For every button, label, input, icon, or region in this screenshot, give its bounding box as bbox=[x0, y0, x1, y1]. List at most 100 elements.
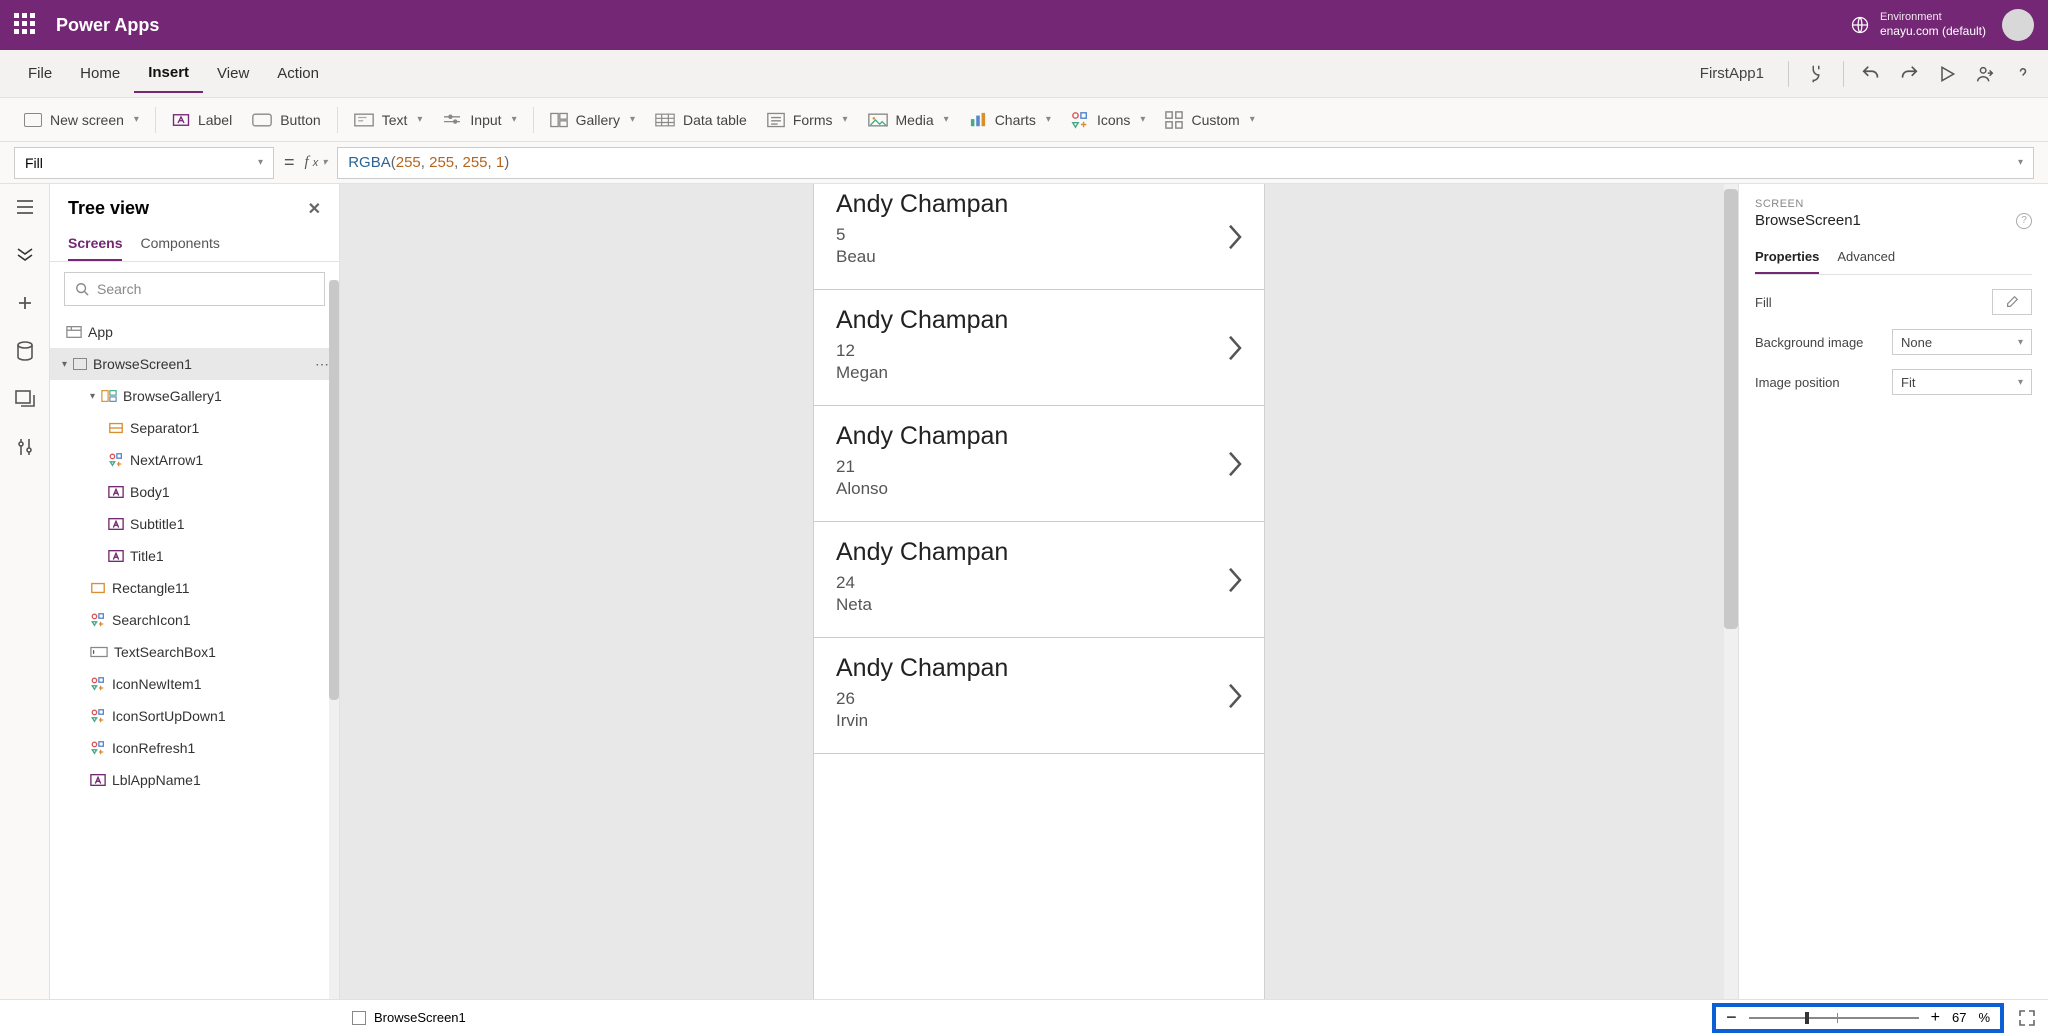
properties-tab[interactable]: Properties bbox=[1755, 241, 1819, 274]
gallery-card[interactable]: Andy Champan5Beau bbox=[814, 184, 1264, 290]
tree-tab-components[interactable]: Components bbox=[140, 227, 219, 261]
tree-item-browsescreen1[interactable]: ▾ BrowseScreen1 ⋯ bbox=[50, 348, 339, 380]
tree-tab-screens[interactable]: Screens bbox=[68, 227, 122, 261]
tree-item[interactable]: Separator1 bbox=[50, 412, 339, 444]
property-selector[interactable]: Fill ▾ bbox=[14, 147, 274, 179]
custom-dropdown[interactable]: Custom▾ bbox=[1155, 105, 1264, 135]
menu-file[interactable]: File bbox=[14, 55, 66, 92]
menu-action[interactable]: Action bbox=[263, 55, 333, 92]
tree-item[interactable]: Title1 bbox=[50, 540, 339, 572]
gallery-card[interactable]: Andy Champan24Neta bbox=[814, 522, 1264, 638]
left-rail bbox=[0, 184, 50, 999]
canvas-area[interactable]: Andy Champan5BeauAndy Champan12MeganAndy… bbox=[340, 184, 1738, 999]
app-launcher-icon[interactable] bbox=[14, 13, 38, 37]
equals-sign: = bbox=[284, 152, 295, 173]
button-icon bbox=[252, 113, 272, 127]
data-table-button[interactable]: Data table bbox=[645, 106, 757, 134]
tree-item[interactable]: IconSortUpDown1 bbox=[50, 700, 339, 732]
chevron-right-icon[interactable] bbox=[1226, 681, 1244, 711]
input-dropdown[interactable]: Input▾ bbox=[432, 106, 526, 134]
hamburger-icon[interactable] bbox=[14, 196, 36, 218]
formula-input[interactable]: RGBA(255, 255, 255, 1) ▾ bbox=[337, 147, 2034, 179]
share-icon[interactable] bbox=[1974, 63, 1996, 85]
property-selector-value: Fill bbox=[25, 155, 43, 171]
data-pane-icon[interactable] bbox=[14, 340, 36, 362]
user-avatar[interactable] bbox=[2002, 9, 2034, 41]
redo-icon[interactable] bbox=[1898, 63, 1920, 85]
advanced-tab[interactable]: Advanced bbox=[1837, 241, 1895, 274]
charts-icon bbox=[969, 112, 987, 128]
tree-item-app[interactable]: App bbox=[50, 316, 339, 348]
tree-item[interactable]: LblAppName1 bbox=[50, 764, 339, 796]
screen-icon bbox=[24, 113, 42, 127]
zoom-value: 67 bbox=[1952, 1010, 1966, 1025]
text-dropdown[interactable]: Text▾ bbox=[344, 106, 433, 134]
gallery-card[interactable]: Andy Champan12Megan bbox=[814, 290, 1264, 406]
fx-label[interactable]: fx ▾ bbox=[305, 154, 328, 171]
undo-icon[interactable] bbox=[1860, 63, 1882, 85]
gallery-card[interactable]: Andy Champan26Irvin bbox=[814, 638, 1264, 754]
forms-label: Forms bbox=[793, 112, 833, 128]
media-pane-icon[interactable] bbox=[14, 388, 36, 410]
expand-icon[interactable]: ▾ bbox=[90, 391, 95, 402]
canvas-scrollbar[interactable] bbox=[1724, 184, 1738, 999]
button-button[interactable]: Button bbox=[242, 106, 330, 134]
gallery-card[interactable]: Andy Champan21Alonso bbox=[814, 406, 1264, 522]
fullscreen-icon[interactable] bbox=[2018, 1009, 2036, 1027]
image-position-value: Fit bbox=[1901, 375, 1915, 390]
tree-item[interactable]: NextArrow1 bbox=[50, 444, 339, 476]
menu-insert[interactable]: Insert bbox=[134, 54, 203, 93]
expand-icon[interactable]: ▾ bbox=[62, 359, 67, 370]
info-icon[interactable]: ? bbox=[2016, 213, 2032, 229]
status-screen-indicator[interactable]: BrowseScreen1 bbox=[352, 1010, 466, 1025]
tree-scrollbar[interactable] bbox=[329, 280, 339, 999]
new-screen-button[interactable]: New screen▾ bbox=[14, 106, 149, 134]
input-label: Input bbox=[470, 112, 501, 128]
fill-color-picker[interactable] bbox=[1992, 289, 2032, 315]
help-icon[interactable] bbox=[2012, 63, 2034, 85]
formula-bar: Fill ▾ = fx ▾ RGBA(255, 255, 255, 1) ▾ bbox=[0, 142, 2048, 184]
environment-value: enayu.com (default) bbox=[1880, 24, 1986, 40]
tree-item[interactable]: Body1 bbox=[50, 476, 339, 508]
screen-icon bbox=[73, 358, 87, 370]
tree-item-label: Subtitle1 bbox=[130, 516, 184, 532]
label-button[interactable]: Label bbox=[162, 106, 242, 134]
app-name-label[interactable]: FirstApp1 bbox=[1700, 65, 1764, 82]
tree-item[interactable]: TextSearchBox1 bbox=[50, 636, 339, 668]
card-title: Andy Champan bbox=[836, 654, 1242, 683]
tree-item[interactable]: Subtitle1 bbox=[50, 508, 339, 540]
tree-search-input[interactable]: Search bbox=[64, 272, 325, 306]
chevron-right-icon[interactable] bbox=[1226, 565, 1244, 595]
tree-item[interactable]: Rectangle11 bbox=[50, 572, 339, 604]
zoom-slider[interactable] bbox=[1749, 1017, 1919, 1019]
image-position-select[interactable]: Fit ▾ bbox=[1892, 369, 2032, 395]
zoom-in-button[interactable]: + bbox=[1931, 1009, 1940, 1027]
tree-item[interactable]: IconNewItem1 bbox=[50, 668, 339, 700]
advanced-tools-icon[interactable] bbox=[14, 436, 36, 458]
chevron-right-icon[interactable] bbox=[1226, 333, 1244, 363]
chevron-right-icon[interactable] bbox=[1226, 222, 1244, 252]
tree-view-icon[interactable] bbox=[14, 244, 36, 266]
tree-item[interactable]: ▾BrowseGallery1 bbox=[50, 380, 339, 412]
gallery-dropdown[interactable]: Gallery▾ bbox=[540, 106, 645, 134]
forms-dropdown[interactable]: Forms▾ bbox=[757, 106, 858, 134]
label-button-label: Label bbox=[198, 112, 232, 128]
separator bbox=[1843, 61, 1844, 87]
icons-dropdown[interactable]: Icons▾ bbox=[1061, 105, 1156, 135]
tree-item[interactable]: SearchIcon1 bbox=[50, 604, 339, 636]
app-preview[interactable]: Andy Champan5BeauAndy Champan12MeganAndy… bbox=[814, 184, 1264, 999]
charts-dropdown[interactable]: Charts▾ bbox=[959, 106, 1061, 134]
preview-play-icon[interactable] bbox=[1936, 63, 1958, 85]
app-checker-icon[interactable] bbox=[1805, 63, 1827, 85]
zoom-slider-thumb[interactable] bbox=[1805, 1012, 1809, 1024]
tree-item[interactable]: IconRefresh1 bbox=[50, 732, 339, 764]
chevron-right-icon[interactable] bbox=[1226, 449, 1244, 479]
menu-home[interactable]: Home bbox=[66, 55, 134, 92]
insert-pane-icon[interactable] bbox=[14, 292, 36, 314]
menu-view[interactable]: View bbox=[203, 55, 263, 92]
zoom-out-button[interactable]: − bbox=[1726, 1007, 1737, 1028]
bg-image-select[interactable]: None ▾ bbox=[1892, 329, 2032, 355]
media-dropdown[interactable]: Media▾ bbox=[858, 106, 959, 134]
close-panel-icon[interactable]: ✕ bbox=[308, 199, 321, 219]
environment-picker[interactable]: Environment enayu.com (default) bbox=[1850, 10, 1986, 40]
